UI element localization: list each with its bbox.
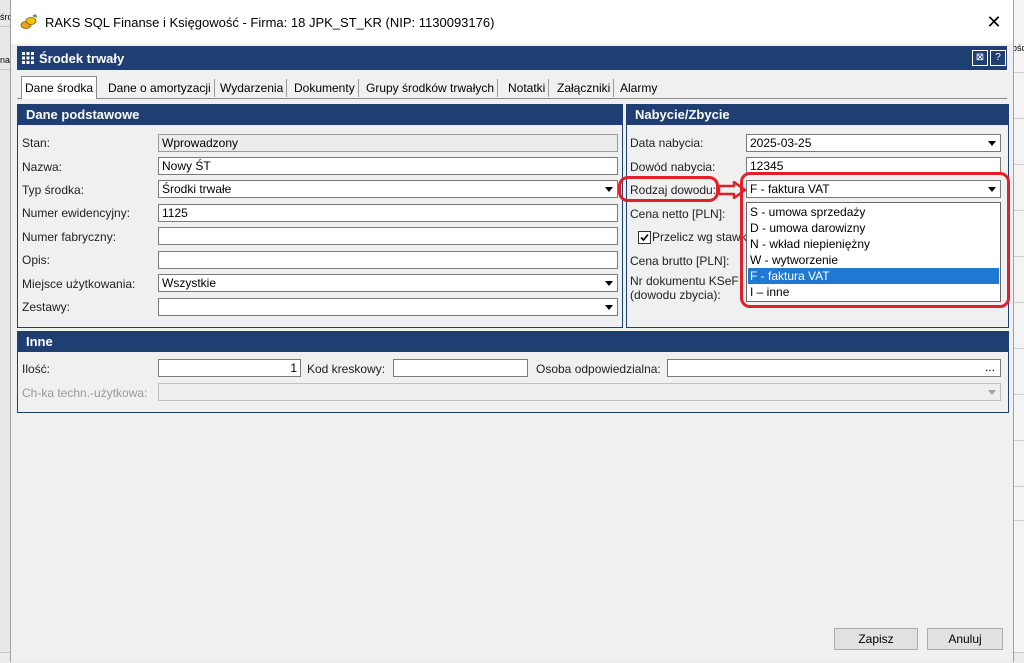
nazwa-input[interactable]: Nowy ŚT <box>158 157 618 175</box>
chevron-down-icon[interactable] <box>988 141 996 146</box>
help-icon[interactable]: ? <box>990 50 1006 66</box>
ilosc-label: Ilość: <box>22 362 51 376</box>
tab-notatki[interactable]: Notatki <box>505 79 550 97</box>
miejsce-label: Miejsce użytkowania: <box>22 277 136 291</box>
numer-fabryczny-label: Numer fabryczny: <box>22 230 117 244</box>
zestawy-select[interactable] <box>158 298 618 316</box>
chevron-down-icon[interactable] <box>605 187 613 192</box>
chevron-down-icon <box>988 390 996 395</box>
tab-dane-srodka[interactable]: Dane środka <box>21 76 98 99</box>
window-title: RAKS SQL Finanse i Księgowość - Firma: 1… <box>45 15 495 30</box>
form-title: Środek trwały <box>39 51 125 66</box>
przelicz-label: Przelicz wg stawki <box>652 230 750 244</box>
background-cell: śro <box>0 12 10 27</box>
tab-dokumenty[interactable]: Dokumenty <box>291 79 359 97</box>
title-bar: RAKS SQL Finanse i Księgowość - Firma: 1… <box>11 0 1013 44</box>
typ-value: Środki trwałe <box>162 182 232 196</box>
stan-field: Wprowadzony <box>158 134 618 152</box>
numer-fabryczny-input[interactable] <box>158 227 618 245</box>
nazwa-label: Nazwa: <box>22 160 63 174</box>
dowod-nabycia-label: Dowód nabycia: <box>630 160 716 174</box>
more-button[interactable]: ... <box>985 360 995 374</box>
tab-dane-o-amortyzacji[interactable]: Dane o amortyzacji <box>105 79 215 97</box>
opis-label: Opis: <box>22 253 51 267</box>
chevron-down-icon[interactable] <box>605 281 613 286</box>
highlight-dropdown <box>740 172 1010 308</box>
ilosc-input[interactable]: 1 <box>158 359 301 377</box>
kod-kreskowy-label: Kod kreskowy: <box>307 362 386 376</box>
acquisition-header: Nabycie/Zbycie <box>627 105 1008 125</box>
numer-ewidencyjny-input[interactable]: 1125 <box>158 204 618 222</box>
tab-bar: Dane środka Dane o amortyzacji Wydarzeni… <box>17 76 1007 99</box>
chka-select <box>158 383 1001 401</box>
zestawy-label: Zestawy: <box>22 300 71 314</box>
numer-ewidencyjny-label: Numer ewidencyjny: <box>22 206 131 220</box>
save-button[interactable]: Zapisz <box>834 628 918 650</box>
tab-alarmy[interactable]: Alarmy <box>617 79 660 97</box>
data-nabycia-label: Data nabycia: <box>630 136 704 150</box>
osoba-input[interactable]: ... <box>667 359 1001 377</box>
cancel-button[interactable]: Anuluj <box>927 628 1003 650</box>
miejsce-value: Wszystkie <box>162 276 216 290</box>
background-cell: nal <box>0 55 10 70</box>
data-nabycia-value: 2025-03-25 <box>750 136 812 150</box>
coins-icon <box>20 14 37 29</box>
stan-label: Stan: <box>22 136 51 150</box>
highlight-rodzaj-label <box>618 176 719 202</box>
maximize-icon[interactable]: ⊠ <box>972 50 988 66</box>
miejsce-select[interactable]: Wszystkie <box>158 274 618 292</box>
kod-kreskowy-input[interactable] <box>393 359 528 377</box>
ksef-label-line2: (dowodu zbycia): <box>630 288 721 302</box>
data-nabycia-select[interactable]: 2025-03-25 <box>746 134 1001 152</box>
form-header: Środek trwały ⊠ ? <box>17 46 1007 70</box>
cena-brutto-label: Cena brutto [PLN]: <box>630 254 730 268</box>
other-header: Inne <box>18 332 1008 352</box>
chka-label: Ch-ka techn.-użytkowa: <box>22 386 148 400</box>
basic-data-header: Dane podstawowe <box>18 105 622 125</box>
osoba-label: Osoba odpowiedzialna: <box>536 362 661 376</box>
grid-icon <box>22 52 34 64</box>
tab-grupy-srodkow-trwalych[interactable]: Grupy środków trwałych <box>363 79 499 97</box>
close-icon[interactable]: ✕ <box>983 11 1005 33</box>
dialog-window: RAKS SQL Finanse i Księgowość - Firma: 1… <box>10 0 1014 662</box>
typ-select[interactable]: Środki trwałe <box>158 180 618 198</box>
opis-input[interactable] <box>158 251 618 269</box>
tab-zalaczniki[interactable]: Załączniki <box>554 79 615 97</box>
przelicz-checkbox[interactable] <box>638 231 651 244</box>
tab-wydarzenia[interactable]: Wydarzenia <box>217 79 288 97</box>
cena-netto-label: Cena netto [PLN]: <box>630 207 726 221</box>
ksef-label-line1: Nr dokumentu KSeF <box>630 274 739 288</box>
checkmark-icon <box>640 233 649 242</box>
chevron-down-icon[interactable] <box>605 305 613 310</box>
typ-label: Typ środka: <box>22 183 85 197</box>
